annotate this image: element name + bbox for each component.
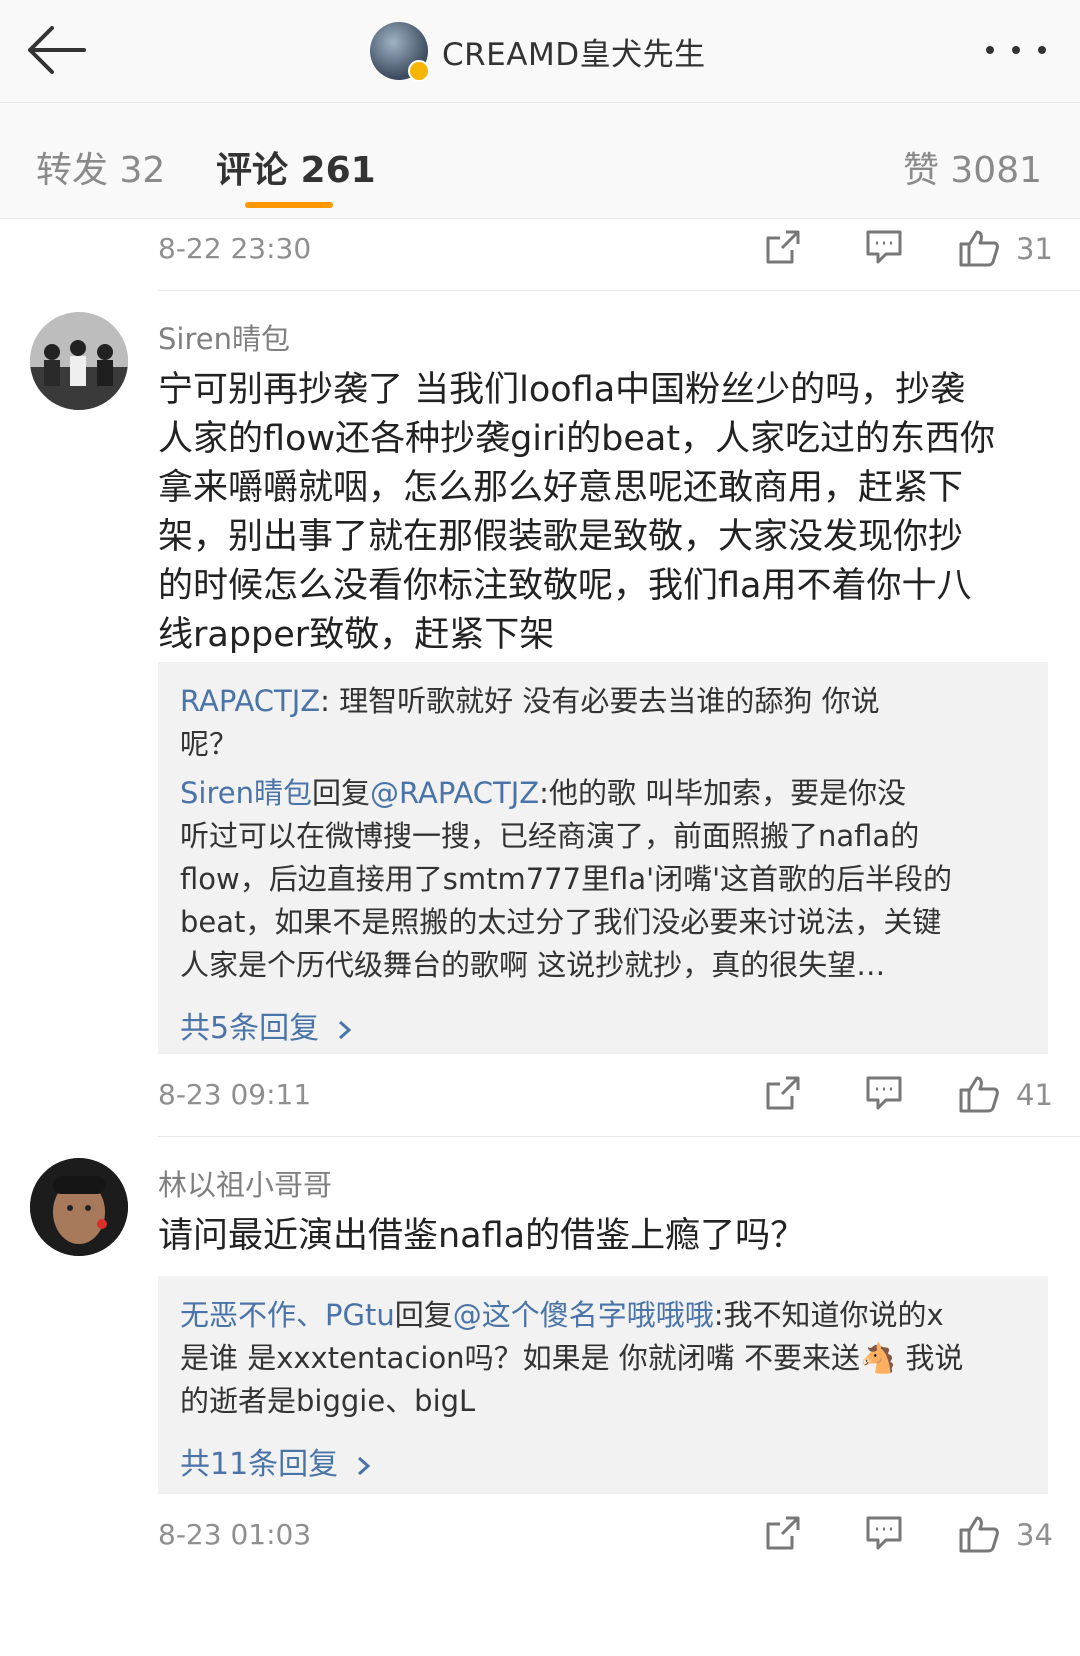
reply-text: 人家是个历代级舞台的歌啊 这说抄就抄，真的很失望… bbox=[180, 948, 886, 982]
comment-meta-row: 8-23 01:03 34 bbox=[158, 1506, 1053, 1566]
thumbs-up-icon[interactable] bbox=[958, 1074, 1000, 1114]
reply-preview-box[interactable]: RAPACTJZ: 理智听歌就好 没有必要去当谁的舔狗 你说 呢？ Siren晴… bbox=[158, 662, 1048, 1054]
comment-username[interactable]: 林以祖小哥哥 bbox=[158, 1162, 332, 1204]
mention-link[interactable]: @这个傻名字哦哦哦 bbox=[453, 1298, 714, 1332]
back-arrow-icon bbox=[28, 26, 86, 74]
comment-icon[interactable] bbox=[864, 1514, 904, 1552]
reply-text: :他的歌 叫毕加索，要是你没 bbox=[539, 776, 907, 810]
comment-line: 请问最近演出借鉴nafla的借鉴上瘾了吗？ bbox=[158, 1216, 806, 1256]
share-icon[interactable] bbox=[764, 1074, 802, 1112]
reply-username[interactable]: RAPACTJZ bbox=[180, 684, 320, 718]
chevron-right-icon bbox=[338, 1020, 351, 1039]
avatar[interactable] bbox=[370, 22, 430, 82]
reply-preview-box[interactable]: 无恶不作、PGtu回复@这个傻名字哦哦哦:我不知道你说的x 是谁 是xxxten… bbox=[158, 1276, 1048, 1494]
view-all-replies-link[interactable]: 共11条回复 bbox=[180, 1439, 1030, 1483]
profile-header[interactable]: CREAMD皇犬先生 bbox=[370, 20, 706, 82]
reply-text: beat，如果不是照搬的太过分了我们没必要来讨说法，关键 bbox=[180, 905, 942, 939]
comment-icon[interactable] bbox=[864, 228, 904, 266]
reply-item: RAPACTJZ: 理智听歌就好 没有必要去当谁的舔狗 你说 bbox=[180, 680, 1030, 723]
divider bbox=[158, 1136, 1080, 1137]
comment-line: 线rapper致敬，赶紧下架 bbox=[158, 615, 555, 655]
avatar[interactable] bbox=[30, 312, 128, 410]
timestamp: 8-22 23:30 bbox=[158, 232, 312, 265]
tab-repost[interactable]: 转发 32 bbox=[36, 141, 165, 193]
more-dots-icon[interactable] bbox=[986, 40, 1046, 60]
reply-text: : 理智听歌就好 没有必要去当谁的舔狗 你说 bbox=[320, 684, 880, 718]
comment-line: 的时候怎么没看你标注致敬呢，我们fla用不着你十八 bbox=[158, 566, 972, 606]
comment-line: 宁可别再抄袭了 当我们loofla中国粉丝少的吗，抄袭 bbox=[158, 370, 966, 410]
like-count: 31 bbox=[1016, 232, 1053, 266]
like-count: 41 bbox=[1016, 1078, 1053, 1112]
comment-username[interactable]: Siren晴包 bbox=[158, 316, 290, 358]
share-icon[interactable] bbox=[764, 1514, 802, 1552]
reply-text: 回复 bbox=[311, 776, 370, 810]
comment-line: 人家的flow还各种抄袭giri的beat，人家吃过的东西你 bbox=[158, 419, 996, 459]
share-icon[interactable] bbox=[764, 228, 802, 266]
avatar-image bbox=[30, 312, 128, 410]
active-tab-indicator bbox=[245, 202, 333, 208]
reply-username[interactable]: 无恶不作、PGtu bbox=[180, 1298, 395, 1332]
tab-comments[interactable]: 评论 261 bbox=[216, 141, 376, 193]
chevron-right-icon bbox=[357, 1456, 370, 1475]
reply-text: 听过可以在微博搜一搜，已经商演了，前面照搬了nafla的 bbox=[180, 819, 920, 853]
mention-link[interactable]: @RAPACTJZ bbox=[370, 776, 539, 810]
reply-text: 是谁 是xxxtentacion吗？如果是 你就闭嘴 不要来送 bbox=[180, 1341, 860, 1375]
view-all-replies-label: 共11条回复 bbox=[180, 1447, 339, 1482]
top-nav-bar: CREAMD皇犬先生 bbox=[0, 0, 1080, 103]
reply-item: 是谁 是xxxtentacion吗？如果是 你就闭嘴 不要来送🐴 我说 bbox=[180, 1337, 1030, 1380]
comment-line: 架，别出事了就在那假装歌是致敬，大家没发现你抄 bbox=[158, 517, 964, 557]
reply-text: 我说 bbox=[896, 1341, 964, 1375]
comment-text: 请问最近演出借鉴nafla的借鉴上瘾了吗？ bbox=[158, 1212, 1038, 1261]
divider bbox=[158, 290, 1080, 291]
page-title: CREAMD皇犬先生 bbox=[442, 36, 706, 73]
comment-line: 拿来嚼嚼就咽，怎么那么好意思呢还敢商用，赶紧下 bbox=[158, 468, 964, 508]
reply-item: 无恶不作、PGtu回复@这个傻名字哦哦哦:我不知道你说的x bbox=[180, 1294, 1030, 1337]
avatar[interactable] bbox=[30, 1158, 128, 1256]
thumbs-up-icon[interactable] bbox=[958, 228, 1000, 268]
view-all-replies-label: 共5条回复 bbox=[180, 1011, 320, 1046]
verified-badge bbox=[408, 60, 430, 82]
reply-text: 回复 bbox=[394, 1298, 453, 1332]
comment-icon[interactable] bbox=[864, 1074, 904, 1112]
timestamp: 8-23 09:11 bbox=[158, 1078, 312, 1111]
reply-text: 的逝者是biggie、bigL bbox=[180, 1384, 476, 1418]
tab-bar: 转发 32 评论 261 赞 3081 bbox=[0, 103, 1080, 219]
timestamp: 8-23 01:03 bbox=[158, 1518, 312, 1551]
reply-text: :我不知道你说的x bbox=[713, 1298, 944, 1332]
reply-item: Siren晴包回复@RAPACTJZ:他的歌 叫毕加索，要是你没 bbox=[180, 772, 1030, 815]
tab-likes[interactable]: 赞 3081 bbox=[903, 141, 1042, 193]
horse-emoji-icon: 🐴 bbox=[860, 1341, 897, 1375]
reply-username[interactable]: Siren晴包 bbox=[180, 776, 312, 810]
back-button[interactable] bbox=[22, 22, 92, 78]
thumbs-up-icon[interactable] bbox=[958, 1514, 1000, 1554]
comment-meta-row: 8-22 23:30 31 bbox=[158, 220, 1053, 280]
comment-text: 宁可别再抄袭了 当我们loofla中国粉丝少的吗，抄袭 人家的flow还各种抄袭… bbox=[158, 366, 1038, 660]
avatar-image bbox=[30, 1158, 128, 1256]
reply-text: 呢？ bbox=[180, 727, 239, 761]
comment-meta-row: 8-23 09:11 41 bbox=[158, 1066, 1053, 1126]
like-count: 34 bbox=[1016, 1518, 1053, 1552]
reply-text: flow，后边直接用了smtm777里fla'闭嘴'这首歌的后半段的 bbox=[180, 862, 953, 896]
view-all-replies-link[interactable]: 共5条回复 bbox=[180, 1003, 1030, 1047]
